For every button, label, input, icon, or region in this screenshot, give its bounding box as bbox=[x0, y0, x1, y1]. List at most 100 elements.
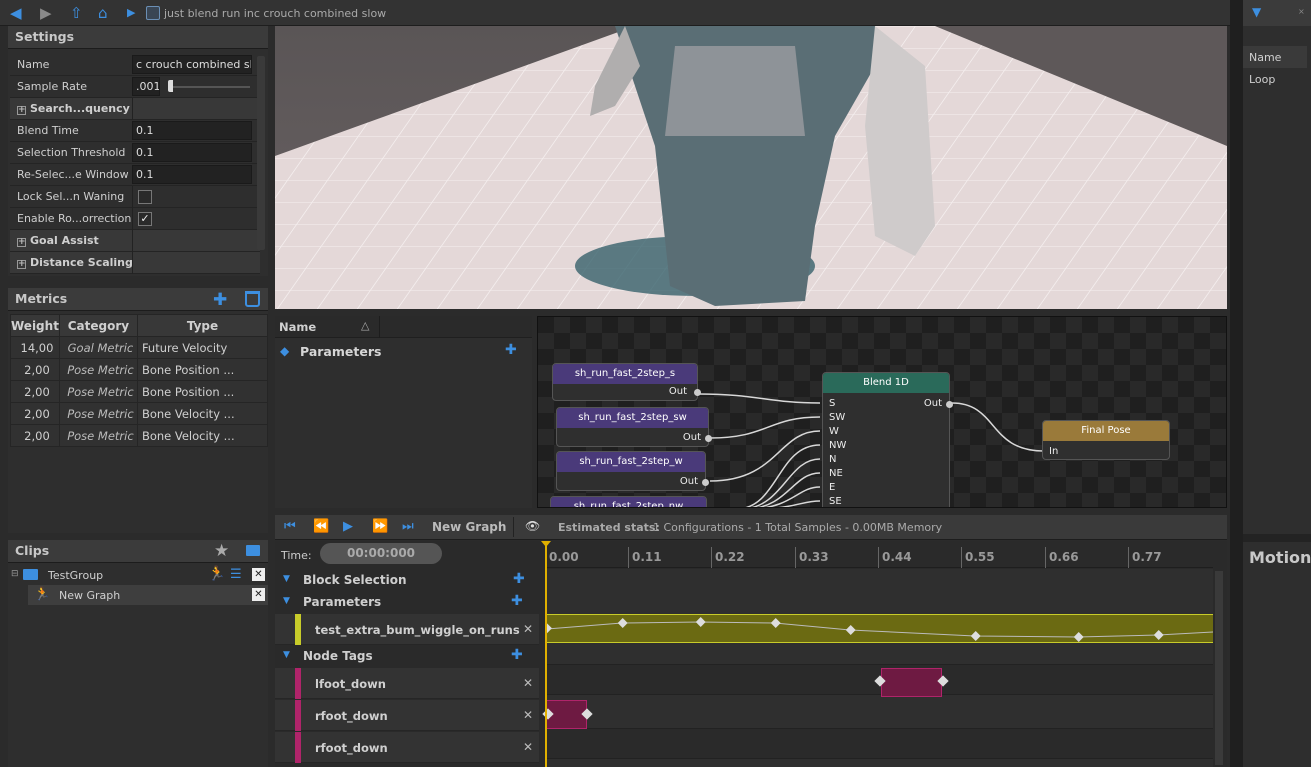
star-add-icon[interactable]: ★ bbox=[214, 541, 229, 561]
blend-1d-node[interactable]: Blend 1D Out S SW W NW N NE E SE bbox=[822, 372, 953, 507]
remove-icon[interactable]: ✕ bbox=[523, 740, 533, 754]
input-ne[interactable]: NE bbox=[829, 468, 843, 479]
section-node-tags[interactable]: ▼ Node Tags ✚ bbox=[275, 645, 539, 667]
collapse-icon[interactable]: ▼ bbox=[283, 596, 290, 606]
dropdown-icon[interactable]: ▼ bbox=[1252, 5, 1261, 19]
setting-row-enable-root-correction[interactable]: Enable Ro...orrection ✓ bbox=[10, 208, 260, 230]
slider-handle[interactable] bbox=[168, 80, 173, 92]
3d-viewport[interactable] bbox=[275, 26, 1227, 309]
input-e[interactable]: E bbox=[829, 482, 835, 493]
sample-rate-slider[interactable] bbox=[170, 86, 250, 88]
clip-node[interactable]: sh_run_fast_2step_nw bbox=[550, 496, 707, 507]
collapse-icon[interactable]: ▼ bbox=[283, 650, 290, 660]
breadcrumb[interactable]: just blend run inc crouch combined slow bbox=[146, 5, 386, 21]
setting-group-distance-scaling[interactable]: + Distance Scaling bbox=[10, 252, 260, 274]
skip-start-icon[interactable]: ⏮ bbox=[284, 519, 296, 534]
sample-rate-field[interactable]: .001 bbox=[132, 77, 160, 96]
time-ruler[interactable]: 0.00 0.11 0.22 0.33 0.44 0.55 0.66 0.77 bbox=[545, 541, 1213, 568]
remove-icon[interactable]: ✕ bbox=[523, 622, 533, 636]
input-w[interactable]: W bbox=[829, 426, 839, 437]
out-port[interactable] bbox=[702, 479, 709, 486]
input-n[interactable]: N bbox=[829, 454, 836, 465]
collapse-icon[interactable]: ▼ bbox=[283, 574, 290, 584]
trash-icon[interactable] bbox=[245, 291, 260, 307]
name-column-header[interactable]: Name bbox=[279, 320, 316, 334]
tree-item-new-graph[interactable]: 🏃 New Graph ✕ bbox=[28, 585, 268, 605]
remove-icon[interactable]: ✕ bbox=[523, 676, 533, 690]
setting-row-blend-time[interactable]: Blend Time 0.1 bbox=[10, 120, 260, 142]
step-back-icon[interactable]: ⏪ bbox=[313, 519, 329, 534]
setting-group-search[interactable]: + Search...quency bbox=[10, 98, 260, 120]
expand-icon[interactable]: + bbox=[17, 260, 26, 269]
param-track-curve[interactable] bbox=[542, 614, 1214, 643]
input-sw[interactable]: SW bbox=[829, 412, 845, 423]
expand-icon[interactable]: + bbox=[17, 106, 26, 115]
back-icon[interactable]: ◀ bbox=[10, 4, 22, 22]
track-area[interactable] bbox=[542, 569, 1223, 767]
property-name[interactable]: Name bbox=[1243, 46, 1307, 68]
setting-row-selection-threshold[interactable]: Selection Threshold 0.1 bbox=[10, 142, 260, 164]
selection-threshold-field[interactable]: 0.1 bbox=[132, 143, 252, 162]
add-icon[interactable]: ✚ bbox=[511, 647, 523, 663]
collapse-icon[interactable]: ⊟ bbox=[11, 569, 19, 579]
out-port[interactable] bbox=[705, 435, 712, 442]
node-graph[interactable]: sh_run_fast_2step_s Out sh_run_fast_2ste… bbox=[537, 316, 1227, 508]
tag-track-row[interactable]: rfoot_down ✕ bbox=[275, 732, 539, 763]
play-icon[interactable]: ▶ bbox=[343, 519, 353, 534]
expand-icon[interactable]: + bbox=[17, 238, 26, 247]
step-forward-icon[interactable]: ⏩ bbox=[372, 519, 388, 534]
table-row[interactable]: 14,00 Goal Metric Future Velocity bbox=[10, 336, 269, 359]
setting-row-name[interactable]: Name c crouch combined slow bbox=[10, 54, 260, 76]
table-row[interactable]: 2,00 Pose Metric Bone Velocity ... bbox=[10, 424, 269, 447]
setting-row-sample-rate[interactable]: Sample Rate .001 bbox=[10, 76, 260, 98]
table-row[interactable]: 2,00 Pose Metric Bone Position ... bbox=[10, 358, 269, 381]
clip-node[interactable]: sh_run_fast_2step_w Out bbox=[556, 451, 709, 491]
input-se[interactable]: SE bbox=[829, 496, 842, 507]
column-header-category[interactable]: Category bbox=[58, 314, 138, 337]
table-row[interactable]: 2,00 Pose Metric Bone Velocity ... bbox=[10, 402, 269, 425]
close-icon[interactable]: ✕ bbox=[252, 588, 265, 601]
tree-item-testgroup[interactable]: ⊟ TestGroup 🏃 ☰ ✕ bbox=[8, 565, 268, 585]
run-icon[interactable]: 🏃 bbox=[208, 566, 225, 582]
settings-scrollbar[interactable] bbox=[257, 56, 265, 250]
skip-end-icon[interactable]: ⏭ bbox=[402, 519, 414, 534]
close-icon[interactable]: ✕ bbox=[252, 568, 265, 581]
input-s[interactable]: S bbox=[829, 398, 835, 409]
panel-splitter[interactable] bbox=[1230, 0, 1243, 767]
out-port[interactable] bbox=[694, 389, 701, 396]
tag-track-row[interactable]: rfoot_down ✕ bbox=[275, 700, 539, 731]
in-port-label[interactable]: In bbox=[1049, 446, 1058, 457]
section-block-selection[interactable]: ▼ Block Selection ✚ bbox=[275, 569, 539, 591]
forward-icon[interactable]: ▶ bbox=[40, 4, 52, 22]
chevron-right-icon[interactable]: ▶ bbox=[127, 4, 135, 22]
add-icon[interactable]: ✚ bbox=[513, 571, 525, 587]
lock-selection-checkbox[interactable] bbox=[138, 190, 152, 204]
setting-group-goal-assist[interactable]: + Goal Assist bbox=[10, 230, 260, 252]
column-header-type[interactable]: Type bbox=[136, 314, 269, 337]
tag-event-lfoot[interactable] bbox=[881, 668, 942, 697]
reselect-window-field[interactable]: 0.1 bbox=[132, 165, 252, 184]
final-pose-node[interactable]: Final Pose In bbox=[1042, 420, 1170, 460]
timeline-scrollbar[interactable] bbox=[1215, 571, 1223, 765]
playhead-marker[interactable] bbox=[541, 541, 551, 547]
up-arrow-icon[interactable]: ⇧ bbox=[70, 4, 83, 22]
name-field[interactable]: c crouch combined slow bbox=[132, 55, 252, 74]
sort-icon[interactable]: △ bbox=[361, 319, 369, 332]
add-icon[interactable]: ✚ bbox=[511, 593, 523, 609]
time-field[interactable]: 00:00:000 bbox=[320, 543, 442, 564]
setting-row-lock-selection[interactable]: Lock Sel...n Waning bbox=[10, 186, 260, 208]
tag-track-row[interactable]: lfoot_down ✕ bbox=[275, 668, 539, 699]
playhead[interactable] bbox=[545, 541, 547, 767]
section-parameters[interactable]: ▼ Parameters ✚ bbox=[275, 591, 539, 613]
remove-icon[interactable]: ✕ bbox=[523, 708, 533, 722]
clip-node[interactable]: sh_run_fast_2step_sw Out bbox=[556, 407, 712, 447]
input-nw[interactable]: NW bbox=[829, 440, 846, 451]
property-loop[interactable]: Loop bbox=[1243, 68, 1307, 90]
param-track-row[interactable]: test_extra_bum_wiggle_on_runs ✕ bbox=[275, 614, 539, 645]
close-icon[interactable]: × bbox=[1298, 7, 1305, 16]
eye-icon[interactable]: 👁 bbox=[525, 519, 540, 533]
out-port[interactable] bbox=[946, 401, 953, 408]
home-icon[interactable]: ⌂ bbox=[98, 4, 108, 22]
table-row[interactable]: 2,00 Pose Metric Bone Position ... bbox=[10, 380, 269, 403]
column-header-weight[interactable]: Weight bbox=[10, 314, 60, 337]
